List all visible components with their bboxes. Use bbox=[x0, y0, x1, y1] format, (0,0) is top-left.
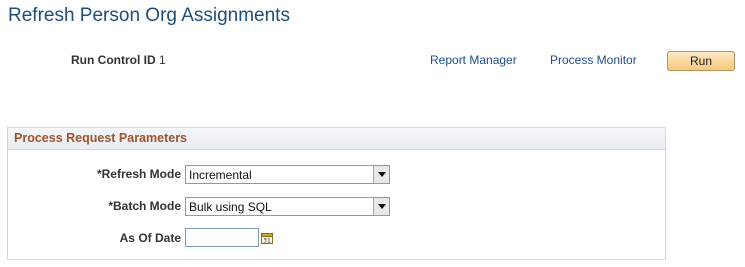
group-header: Process Request Parameters bbox=[8, 128, 665, 150]
refresh-mode-value: Incremental bbox=[189, 168, 252, 182]
refresh-mode-label: *Refresh Mode bbox=[96, 167, 181, 181]
batch-mode-value: Bulk using SQL bbox=[189, 200, 272, 214]
as-of-date-label: As Of Date bbox=[119, 231, 181, 245]
chevron-down-icon[interactable] bbox=[373, 166, 389, 183]
page-title: Refresh Person Org Assignments bbox=[8, 5, 290, 26]
run-control-id-value: 1 bbox=[159, 53, 166, 67]
batch-mode-select[interactable]: Bulk using SQL bbox=[185, 197, 390, 216]
report-manager-link[interactable]: Report Manager bbox=[430, 53, 517, 67]
svg-text:31: 31 bbox=[263, 238, 271, 245]
as-of-date-input[interactable] bbox=[185, 228, 259, 247]
run-control-id-label: Run Control ID bbox=[71, 53, 156, 67]
refresh-mode-select[interactable]: Incremental bbox=[185, 165, 390, 184]
process-monitor-link[interactable]: Process Monitor bbox=[550, 53, 637, 67]
group-title: Process Request Parameters bbox=[14, 131, 188, 145]
calendar-icon[interactable]: 31 bbox=[261, 232, 273, 245]
batch-mode-label: *Batch Mode bbox=[108, 199, 181, 213]
chevron-down-icon[interactable] bbox=[373, 198, 389, 215]
run-button[interactable]: Run bbox=[667, 51, 735, 71]
